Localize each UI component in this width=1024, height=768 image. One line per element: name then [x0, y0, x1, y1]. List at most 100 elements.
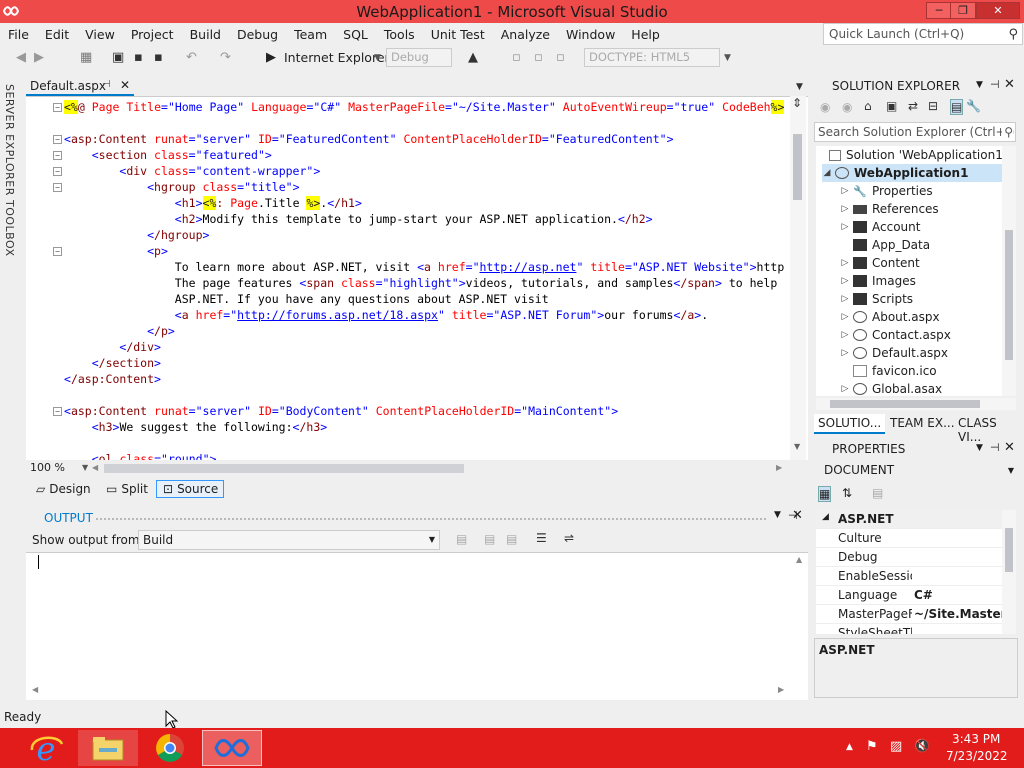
close-panel-icon[interactable]: ✕	[792, 508, 803, 523]
tree-item-about[interactable]: ▷ About.aspx	[840, 308, 940, 326]
tree-item-images[interactable]: ▷ Images	[840, 272, 916, 290]
properties-object-dropdown[interactable]: DOCUMENT ▼	[816, 460, 1020, 482]
scroll-left-icon[interactable]: ◀	[92, 463, 98, 472]
scroll-thumb[interactable]	[830, 400, 980, 408]
menu-team[interactable]: Team	[286, 27, 335, 42]
output-source-dropdown[interactable]: Build ▼	[138, 530, 440, 550]
start-debugging-icon[interactable]: ▶	[266, 49, 276, 67]
code-line[interactable]: The page features <span class="highlight…	[64, 275, 778, 291]
toolbar-overflow-icon[interactable]: ▼	[724, 49, 731, 67]
chrome-icon[interactable]	[140, 730, 200, 766]
code-line[interactable]: <div class="content-wrapper">	[64, 163, 320, 179]
back-icon[interactable]: ◀	[16, 49, 26, 67]
solution-config-dropdown[interactable]: Debug	[386, 48, 452, 67]
property-row[interactable]: Debug	[816, 548, 1002, 567]
back-icon[interactable]: ◉	[820, 100, 830, 114]
window-menu-icon[interactable]: ▼	[976, 443, 983, 453]
tree-horizontal-scrollbar[interactable]	[816, 398, 1016, 410]
property-row[interactable]: EnableSession	[816, 567, 1002, 586]
menu-view[interactable]: View	[77, 27, 123, 42]
menu-tools[interactable]: Tools	[376, 27, 423, 42]
undo-icon[interactable]: ↶	[186, 49, 197, 67]
tree-item-scripts[interactable]: ▷ Scripts	[840, 290, 914, 308]
minimize-button[interactable]: ─	[926, 2, 952, 19]
code-line[interactable]: <asp:Content runat="server" ID="BodyCont…	[64, 403, 618, 419]
scroll-left-icon[interactable]: ◀	[32, 685, 38, 694]
action-center-flag-icon[interactable]: ⚑	[866, 739, 878, 754]
code-line[interactable]: <hgroup class="title">	[64, 179, 299, 195]
visual-studio-taskbar-icon[interactable]	[202, 730, 262, 766]
categorized-icon[interactable]: ▦	[818, 486, 832, 502]
toolbar-icon[interactable]: ▫	[556, 49, 565, 67]
word-wrap-icon[interactable]: ⇌	[564, 531, 574, 545]
clock-date[interactable]: 7/23/2022	[946, 749, 1008, 763]
property-row[interactable]: Language C#	[816, 586, 1002, 605]
tree-item-app-data[interactable]: App_Data	[840, 236, 930, 254]
menu-sql[interactable]: SQL	[335, 27, 376, 42]
pin-icon[interactable]: ⊣	[990, 78, 1000, 91]
code-line[interactable]: To learn more about ASP.NET, visit <a hr…	[64, 259, 784, 275]
pin-icon[interactable]: ⊣	[990, 441, 1000, 454]
menu-window[interactable]: Window	[558, 27, 623, 42]
scroll-down-icon[interactable]: ▼	[794, 442, 800, 451]
tree-item-references[interactable]: ▷ References	[840, 200, 939, 218]
zoom-level[interactable]: 100 %	[30, 461, 65, 474]
redo-icon[interactable]: ↷	[220, 49, 231, 67]
clock-time[interactable]: 3:43 PM	[952, 732, 1000, 746]
property-category[interactable]: ◢ ASP.NET	[816, 510, 1002, 529]
code-line[interactable]: </hgroup>	[64, 227, 209, 243]
tree-item-account[interactable]: ▷ Account	[840, 218, 921, 236]
tree-item-properties[interactable]: ▷ 🔧 Properties	[840, 182, 933, 200]
menu-build[interactable]: Build	[182, 27, 229, 42]
network-icon[interactable]: ▨	[890, 739, 902, 754]
collapse-region-icon[interactable]: −	[53, 183, 62, 192]
document-tab-default-aspx[interactable]: Default.aspx ⊣ ✕	[26, 78, 134, 96]
menu-project[interactable]: Project	[123, 27, 182, 42]
menu-unit-test[interactable]: Unit Test	[423, 27, 493, 42]
code-line[interactable]: <a href="http://forums.asp.net/18.aspx" …	[64, 307, 708, 323]
code-editor[interactable]: <%@ Page Title="Home Page" Language="C#"…	[26, 96, 808, 461]
split-icon[interactable]: ⇕	[792, 96, 802, 110]
code-line[interactable]: </p>	[64, 323, 175, 339]
code-line[interactable]: </asp:Content>	[64, 371, 161, 387]
show-all-files-icon[interactable]: ▤	[950, 99, 964, 115]
code-line[interactable]: </div>	[64, 339, 161, 355]
code-line[interactable]: <asp:Content runat="server" ID="Featured…	[64, 131, 674, 147]
window-menu-icon[interactable]: ▼	[976, 80, 983, 90]
scroll-thumb[interactable]	[1005, 230, 1013, 360]
solution-search-input[interactable]: Search Solution Explorer (Ctrl+;) ⚲	[814, 122, 1016, 142]
new-project-icon[interactable]: ▦	[80, 49, 92, 67]
horizontal-scroll-thumb[interactable]	[104, 464, 464, 473]
toolbox-tab[interactable]: TOOLBOX	[3, 200, 16, 257]
code-line[interactable]: <%@ Page Title="Home Page" Language="C#"…	[64, 99, 785, 115]
scroll-right-icon[interactable]: ▶	[776, 463, 782, 472]
pin-icon[interactable]: ⊣	[102, 79, 111, 90]
tab-team-explorer[interactable]: TEAM EX...	[886, 414, 959, 432]
tree-solution[interactable]: Solution 'WebApplication1' (1	[826, 146, 1002, 164]
tree-project[interactable]: ◢ WebApplication1	[822, 164, 1002, 182]
menu-file[interactable]: File	[0, 27, 37, 42]
save-all-icon[interactable]: ▪	[154, 49, 163, 67]
zoom-dropdown-icon[interactable]: ▼	[82, 463, 88, 472]
find-icon[interactable]: ▲	[468, 49, 478, 67]
tree-item-default[interactable]: ▷ Default.aspx	[840, 344, 948, 362]
code-line[interactable]: <section class="featured">	[64, 147, 272, 163]
tab-design[interactable]: ▱ Design	[30, 480, 97, 498]
property-row[interactable]: Culture	[816, 529, 1002, 548]
menu-edit[interactable]: Edit	[37, 27, 77, 42]
solution-tree[interactable]: Solution 'WebApplication1' (1 ◢WebApplic…	[816, 146, 1002, 396]
next-message-icon[interactable]: ▤	[506, 532, 517, 546]
property-row[interactable]: StyleSheetThe	[816, 624, 1002, 634]
code-line[interactable]: <p>	[64, 243, 168, 259]
open-file-icon[interactable]: ▣	[112, 49, 124, 67]
clear-all-icon[interactable]: ☰	[536, 531, 547, 545]
forward-icon[interactable]: ◉	[842, 100, 852, 114]
home-icon[interactable]: ⌂	[864, 99, 872, 113]
collapse-region-icon[interactable]: −	[53, 167, 62, 176]
collapse-region-icon[interactable]: −	[53, 151, 62, 160]
find-message-icon[interactable]: ▤	[456, 532, 467, 546]
code-line[interactable]: <h3>We suggest the following:</h3>	[64, 419, 327, 435]
toolbar-icon[interactable]: ▫	[512, 49, 521, 67]
tree-item-contact[interactable]: ▷ Contact.aspx	[840, 326, 951, 344]
tree-item-favicon[interactable]: favicon.ico	[840, 362, 937, 380]
